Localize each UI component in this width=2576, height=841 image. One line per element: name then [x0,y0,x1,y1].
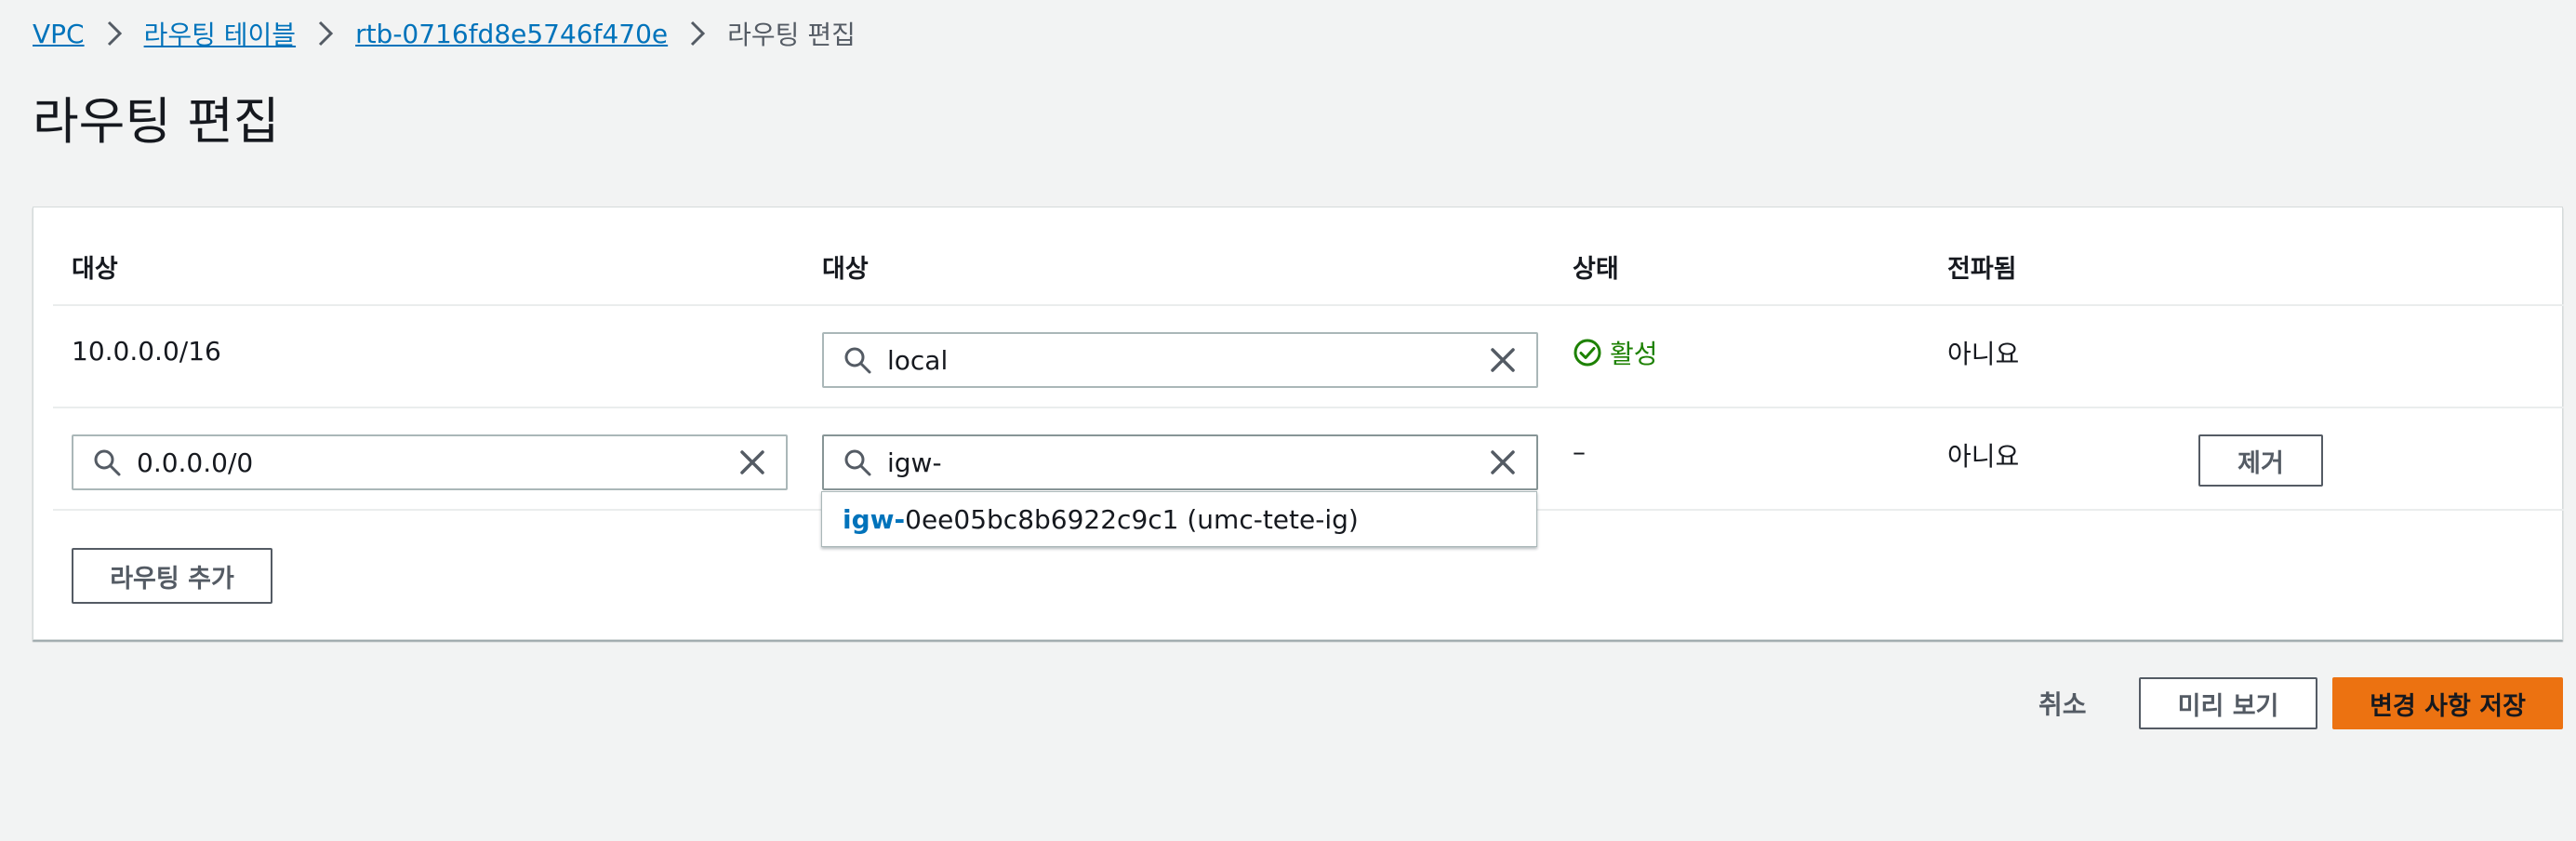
column-header-destination: 대상 [72,255,118,284]
clear-icon[interactable] [732,442,773,483]
route-destination-text: 10.0.0.0/16 [72,336,221,367]
search-icon [844,347,871,374]
breadcrumb-vpc[interactable]: VPC [33,19,85,49]
search-icon [844,449,871,476]
suggestion-rest-text: 0ee05bc8b6922c9c1 (umc-tete-ig) [905,503,1359,535]
clear-icon[interactable] [1482,442,1523,483]
status-text: – [1573,436,1586,467]
destination-input[interactable]: 0.0.0.0/0 [137,447,732,478]
clear-icon[interactable] [1482,340,1523,380]
status-success-icon [1573,339,1601,367]
cancel-button[interactable]: 취소 [2038,685,2087,722]
breadcrumb-current: 라우팅 편집 [727,20,856,50]
column-header-status: 상태 [1573,255,1619,284]
add-route-button[interactable]: 라우팅 추가 [72,548,272,604]
destination-search-field[interactable]: 0.0.0.0/0 [72,434,788,490]
search-icon [94,449,121,476]
save-changes-button[interactable]: 변경 사항 저장 [2332,677,2563,729]
propagated-text: 아니요 [1947,339,2020,369]
suggestion-match-text: igw- [843,503,906,535]
status-text: 활성 [1610,339,1658,369]
page-title: 라우팅 편집 [33,92,280,151]
breadcrumb-route-table-id[interactable]: rtb-0716fd8e5746f470e [355,19,668,49]
chevron-right-icon [296,15,355,52]
row-divider [53,407,2564,408]
header-divider [53,304,2564,306]
status-badge: 활성 [1573,334,1658,371]
target-input[interactable]: igw- [887,447,1482,478]
preview-button[interactable]: 미리 보기 [2139,677,2317,729]
target-search-field[interactable]: igw- [822,434,1538,490]
remove-button[interactable]: 제거 [2198,434,2323,487]
propagated-text: 아니요 [1947,441,2020,472]
column-header-propagated: 전파됨 [1947,255,2017,284]
chevron-right-icon [85,15,144,52]
chevron-right-icon [668,15,727,52]
target-search-field[interactable]: local [822,332,1538,388]
column-header-target: 대상 [822,255,869,284]
breadcrumb-route-tables[interactable]: 라우팅 테이블 [144,15,296,52]
breadcrumb: VPC 라우팅 테이블 rtb-0716fd8e5746f470e 라우팅 편집 [33,15,856,52]
routes-panel: 대상 대상 상태 전파됨 10.0.0.0/16 local 활성 아니요 0.… [33,207,2564,640]
target-input[interactable]: local [887,345,1482,376]
target-suggestion-option[interactable]: igw- 0ee05bc8b6922c9c1 (umc-tete-ig) [821,491,1537,547]
